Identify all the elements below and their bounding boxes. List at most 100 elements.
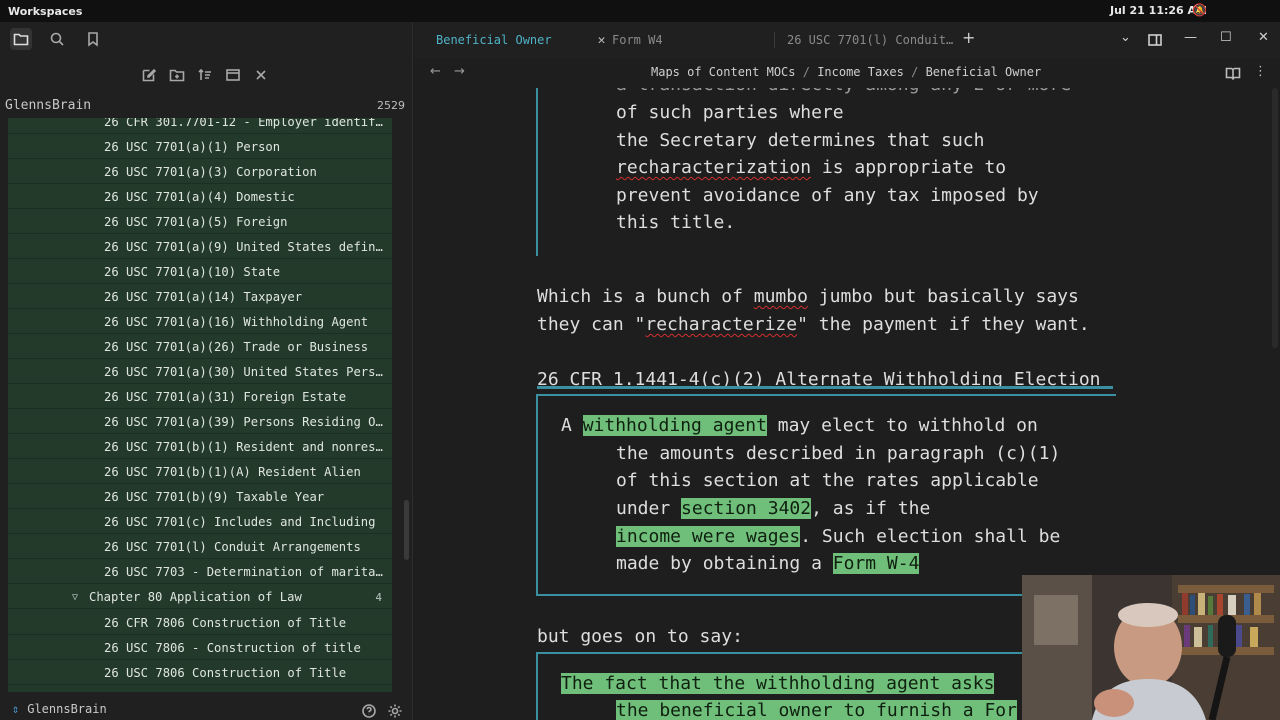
close-window-icon[interactable]: ✕ (1258, 30, 1269, 45)
highlight: the beneficial owner to furnish a For (616, 700, 1017, 720)
quote-line: income were wages. Such election shall b… (616, 523, 1060, 551)
sidebar-scrollbar[interactable] (404, 500, 409, 560)
breadcrumb-separator: / (903, 65, 926, 79)
heading-underline (537, 386, 1113, 389)
close-icon[interactable]: ✕ (598, 33, 606, 48)
reading-view-icon[interactable] (1222, 62, 1244, 84)
tree-item[interactable]: 26 CFR 7806 Construction of Title (8, 612, 392, 635)
quote-text: may elect to withhold on (766, 415, 1038, 436)
new-note-icon[interactable] (138, 64, 160, 86)
tree-item[interactable]: 26 USC 7701(a)(31) Foreign Estate (8, 386, 392, 409)
tab-label: Beneficial Owner (436, 33, 552, 47)
breadcrumb-item[interactable]: Beneficial Owner (926, 65, 1042, 79)
footer-vault-name[interactable]: GlennsBrain (27, 702, 106, 716)
file-tree: 26 CFR 301.7701-12 - Employer identifica… (8, 118, 392, 692)
vault-file-count: 2529 (377, 99, 405, 112)
breadcrumb-item[interactable]: Income Taxes (817, 65, 904, 79)
vault-switcher-icon[interactable]: ⇕ (12, 702, 19, 716)
new-folder-icon[interactable] (166, 64, 188, 86)
gear-icon[interactable] (384, 700, 406, 720)
tree-item[interactable]: 26 USC 7806 - Construction of title (8, 637, 392, 660)
tree-item[interactable]: 26 CFR 301.7701-12 - Employer identifica… (8, 118, 392, 134)
tree-item[interactable]: 26 USC 7701(a)(10) State (8, 261, 392, 284)
paragraph-line: but goes on to say: (537, 626, 743, 647)
misspelled-word: recharacterization (616, 157, 812, 178)
paragraph-line: they can "recharacterize" the payment if… (537, 311, 1090, 339)
tree-item[interactable]: 26 USC 7701(l) Conduit Arrangements (8, 536, 392, 559)
tree-item[interactable]: 26 USC 7701(c) Includes and Including (8, 511, 392, 534)
collapse-all-icon[interactable] (222, 64, 244, 86)
highlight: withholding agent (582, 415, 767, 436)
quote-text: A (561, 415, 583, 436)
quote-line: the amounts described in paragraph (c)(1… (616, 443, 1061, 464)
vault-name[interactable]: GlennsBrain (5, 98, 91, 113)
os-top-bar: Workspaces Jul 21 11:26 AM 🔕 (0, 0, 1280, 22)
highlight: Form W-4 (832, 553, 920, 574)
tree-item[interactable]: 26 USC 7701(a)(5) Foreign (8, 211, 392, 234)
misspelled-word: recharacterize (645, 314, 798, 335)
left-sidebar: GlennsBrain 2529 26 CFR 301.7701-12 - Em… (0, 22, 413, 720)
quote-line: of this section at the rates applicable (616, 470, 1039, 491)
tree-item[interactable]: 26 USC 7701(a)(30) United States Person (8, 361, 392, 384)
toggle-sidebar-icon[interactable] (1144, 29, 1166, 51)
bookmark-icon[interactable] (82, 28, 104, 50)
quote-line: a transaction directly among any 2 or mo… (616, 88, 1071, 99)
close-icon[interactable] (250, 64, 272, 86)
forward-arrow-icon[interactable]: → (454, 64, 465, 79)
tree-item[interactable]: 26 USC 7806 Construction of Title (8, 662, 392, 685)
workspaces-menu[interactable]: Workspaces (8, 5, 82, 18)
tab-form-w4[interactable]: Form W4 (612, 22, 663, 58)
quote-text: under (616, 498, 682, 519)
quote-line: this title. (616, 212, 736, 233)
highlight: section 3402 (681, 498, 812, 519)
tree-item[interactable]: 26 USC 7701(a)(4) Domestic (8, 186, 392, 209)
tree-item[interactable]: 26 USC 7701(b)(9) Taxable Year (8, 486, 392, 509)
quote-line: prevent avoidance of any tax imposed by (616, 185, 1039, 206)
quote-line: The fact that the withholding agent asks (561, 670, 995, 698)
tab-label: 26 USC 7701(l) Conduit… (787, 33, 954, 47)
tree-item[interactable]: 26 USC 7701(b)(1)(A) Resident Alien (8, 461, 392, 484)
back-arrow-icon[interactable]: ← (430, 64, 441, 79)
view-header: ← → Maps of Content MOCs / Income Taxes … (414, 58, 1280, 88)
breadcrumb-item[interactable]: Maps of Content MOCs (651, 65, 796, 79)
tab-label: Form W4 (612, 33, 663, 47)
tree-item[interactable]: 26 USC 7701(a)(39) Persons Residing Outs… (8, 411, 392, 434)
para-text: Which is a bunch of (537, 286, 754, 307)
quote-line: A withholding agent may elect to withhol… (561, 412, 1038, 440)
file-explorer-toolbar (138, 64, 272, 86)
sidebar-footer: ⇕ GlennsBrain (0, 698, 413, 720)
quote-text: is appropriate to (811, 157, 1007, 178)
minimize-icon[interactable]: — (1184, 30, 1197, 45)
file-explorer-icon[interactable] (10, 28, 32, 50)
tree-item[interactable]: 26 USC 7701(a)(16) Withholding Agent (8, 311, 392, 334)
chevron-down-icon[interactable]: ⌄ (1120, 30, 1131, 45)
tree-item[interactable]: 26 USC 7701(a)(9) United States defined (8, 236, 392, 259)
tree-item[interactable]: 26 USC 7703 - Determination of marital s… (8, 561, 392, 584)
highlight: income were wages (616, 526, 801, 547)
tab-conduit[interactable]: 26 USC 7701(l) Conduit… (787, 22, 953, 58)
paragraph-line: Which is a bunch of mumbo jumbo but basi… (537, 283, 1079, 311)
maximize-icon[interactable]: ☐ (1220, 30, 1232, 45)
tree-item[interactable]: 26 USC 7701(a)(1) Person (8, 136, 392, 159)
para-text: jumbo but basically says (807, 286, 1079, 307)
tree-folder-chapter-80[interactable]: ▽ Chapter 80 Application of Law 4 (8, 586, 392, 609)
sort-icon[interactable] (194, 64, 216, 86)
search-icon[interactable] (46, 28, 68, 50)
editor-scrollbar[interactable] (1272, 88, 1278, 348)
tree-item[interactable]: 26 USC 7701(a)(3) Corporation (8, 161, 392, 184)
tab-beneficial-owner[interactable]: Beneficial Owner ✕ (436, 22, 605, 58)
notifications-muted-icon[interactable]: 🔕 (1192, 3, 1207, 17)
tree-folder-label: Chapter 80 Application of Law (89, 590, 302, 604)
chevron-down-icon: ▽ (72, 592, 79, 603)
quote-line: the Secretary determines that such (616, 130, 985, 151)
new-tab-icon[interactable]: + (962, 28, 975, 47)
section-heading: 26 CFR 1.1441-4(c)(2) Alternate Withhold… (537, 369, 1101, 390)
help-icon[interactable] (358, 700, 380, 720)
tree-item[interactable]: 26 USC 7701(a)(14) Taxpayer (8, 286, 392, 309)
quote-text: made by obtaining a (616, 553, 833, 574)
more-options-icon[interactable]: ⋮ (1254, 64, 1267, 79)
tree-folder-count: 4 (375, 591, 382, 604)
highlight: The fact that the withholding agent asks (561, 673, 995, 694)
tree-item[interactable]: 26 USC 7701(a)(26) Trade or Business (8, 336, 392, 359)
tree-item[interactable]: 26 USC 7701(b)(1) Resident and nonreside… (8, 436, 392, 459)
